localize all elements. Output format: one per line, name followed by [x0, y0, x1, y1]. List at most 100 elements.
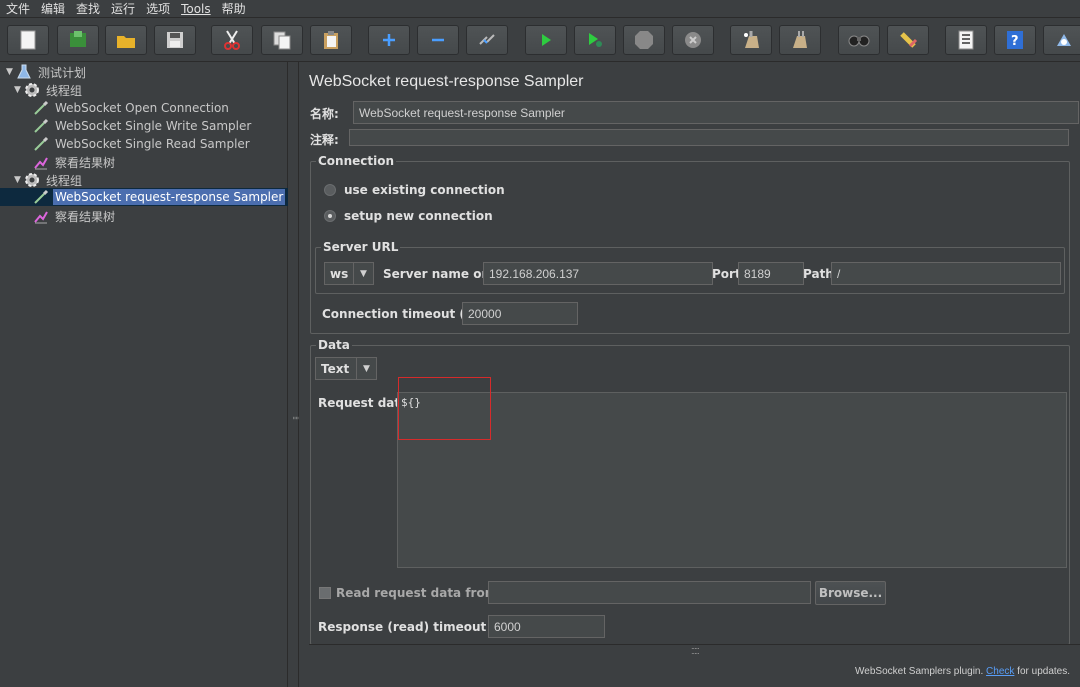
new-button[interactable]: [7, 25, 49, 55]
tree-node-thread-group-1[interactable]: ▼ 线程组: [14, 81, 84, 99]
tree-node-single-write[interactable]: WebSocket Single Write Sampler: [33, 117, 253, 135]
tree-label: 线程组: [46, 173, 83, 188]
tree-node-test-plan[interactable]: ▼ 测试计划: [6, 63, 88, 81]
flask-icon: [16, 64, 32, 80]
tree-label: WebSocket Single Read Sampler: [55, 137, 250, 151]
chevron-down-icon: ▼: [353, 263, 373, 284]
sampler-pipette-icon: [33, 136, 49, 152]
tree-node-thread-group-2[interactable]: ▼ 线程组: [14, 171, 84, 189]
server-url-group: Server URL ws ▼ Server name or IP: 192.1…: [315, 240, 1065, 294]
setup-new-connection-radio[interactable]: setup new connection: [324, 209, 493, 223]
page-title: WebSocket request-response Sampler: [309, 73, 584, 90]
highlight-box: [398, 377, 491, 440]
save-icon: [167, 32, 183, 48]
remote-button[interactable]: [1043, 25, 1080, 55]
protocol-select[interactable]: ws ▼: [324, 262, 374, 285]
collapse-icon: [432, 38, 444, 42]
response-timeout-field[interactable]: 6000: [488, 615, 605, 638]
tree-node-results-tree-2[interactable]: 察看结果树: [33, 207, 117, 225]
collapse-arrow-icon[interactable]: ▼: [14, 175, 24, 185]
path-field[interactable]: /: [831, 262, 1061, 285]
connection-group: Connection use existing connection setup…: [310, 154, 1070, 334]
cut-button[interactable]: [211, 25, 253, 55]
menu-search[interactable]: 查找: [70, 1, 105, 17]
port-field[interactable]: 8189: [738, 262, 804, 285]
clear-all-icon: [793, 31, 807, 48]
check-updates-link[interactable]: Check: [986, 666, 1014, 677]
menu-help[interactable]: 帮助: [216, 1, 251, 17]
browse-button[interactable]: Browse...: [815, 581, 886, 605]
menu-tools[interactable]: Tools: [175, 1, 216, 17]
clear-button[interactable]: [730, 25, 772, 55]
radio-off-icon: [324, 184, 336, 196]
start-button[interactable]: [525, 25, 567, 55]
menu-edit[interactable]: 编辑: [35, 1, 70, 17]
help-button[interactable]: ?: [994, 25, 1036, 55]
clear-all-button[interactable]: [779, 25, 821, 55]
request-data-textarea[interactable]: ${}: [397, 392, 1067, 568]
stop-icon: [635, 31, 653, 49]
templates-button[interactable]: [57, 25, 99, 55]
radio-on-icon: [324, 210, 336, 222]
sampler-pipette-icon: [33, 118, 49, 134]
listener-graph-icon: [33, 154, 49, 170]
chevron-down-icon: ▼: [356, 358, 376, 379]
expand-button[interactable]: [368, 25, 410, 55]
shutdown-button[interactable]: [672, 25, 714, 55]
test-plan-tree[interactable]: ▼ 测试计划 ▼ 线程组 WebSocket Open Connection W…: [0, 62, 288, 687]
open-icon: [117, 36, 135, 48]
connection-legend: Connection: [316, 154, 397, 168]
footer-text: WebSocket Samplers plugin.: [855, 666, 987, 677]
paste-icon: [324, 31, 338, 49]
menu-run[interactable]: 运行: [105, 1, 140, 17]
stop-button[interactable]: [623, 25, 665, 55]
name-field[interactable]: WebSocket request-response Sampler: [353, 101, 1079, 124]
tree-label: 察看结果树: [55, 209, 116, 224]
server-name-field[interactable]: 192.168.206.137: [483, 262, 713, 285]
cut-icon: [224, 30, 240, 50]
save-button[interactable]: [154, 25, 196, 55]
function-helper-icon: [958, 30, 974, 50]
sampler-pipette-icon: [33, 100, 49, 116]
sampler-pipette-icon: [33, 189, 49, 205]
start-no-pauses-button[interactable]: [574, 25, 616, 55]
collapse-button[interactable]: [417, 25, 459, 55]
radio-label: setup new connection: [344, 209, 493, 223]
file-path-field[interactable]: [488, 581, 811, 604]
reset-search-button[interactable]: [887, 25, 929, 55]
tree-node-request-response[interactable]: WebSocket request-response Sampler: [0, 188, 288, 206]
horizontal-divider: [309, 644, 1080, 645]
data-type-select[interactable]: Text ▼: [315, 357, 377, 380]
collapse-arrow-icon[interactable]: ▼: [14, 85, 24, 95]
tree-label: WebSocket Single Write Sampler: [55, 119, 252, 133]
open-button[interactable]: [105, 25, 147, 55]
tree-node-open-connection[interactable]: WebSocket Open Connection: [33, 99, 231, 117]
data-legend: Data: [316, 338, 352, 352]
server-url-legend: Server URL: [321, 240, 401, 254]
use-existing-connection-radio[interactable]: use existing connection: [324, 183, 505, 197]
start-no-pauses-icon: [589, 33, 602, 47]
toggle-button[interactable]: [466, 25, 508, 55]
shutdown-icon: [685, 32, 701, 48]
vertical-splitter[interactable]: ⁞⁞: [288, 62, 300, 687]
function-helper-button[interactable]: [945, 25, 987, 55]
name-label: 名称:: [310, 107, 339, 121]
tree-label: 测试计划: [38, 65, 87, 80]
menu-file[interactable]: 文件: [0, 1, 35, 17]
comment-field[interactable]: [349, 129, 1069, 146]
search-button[interactable]: [838, 25, 880, 55]
listener-graph-icon: [33, 208, 49, 224]
tree-node-single-read[interactable]: WebSocket Single Read Sampler: [33, 135, 252, 153]
splitter-grip-icon[interactable]: ⁚⁚⁚⁚⁚: [691, 647, 700, 656]
connection-timeout-field[interactable]: 20000: [462, 302, 578, 325]
gear-icon: [24, 82, 40, 98]
new-icon: [20, 30, 36, 50]
collapse-arrow-icon[interactable]: ▼: [6, 67, 16, 77]
copy-button[interactable]: [261, 25, 303, 55]
expand-icon: [383, 34, 395, 46]
tree-node-results-tree-1[interactable]: 察看结果树: [33, 153, 117, 171]
menu-bar: 文件 编辑 查找 运行 选项 Tools 帮助: [0, 0, 1080, 18]
paste-button[interactable]: [310, 25, 352, 55]
tree-label: 察看结果树: [55, 155, 116, 170]
menu-options[interactable]: 选项: [140, 1, 175, 17]
